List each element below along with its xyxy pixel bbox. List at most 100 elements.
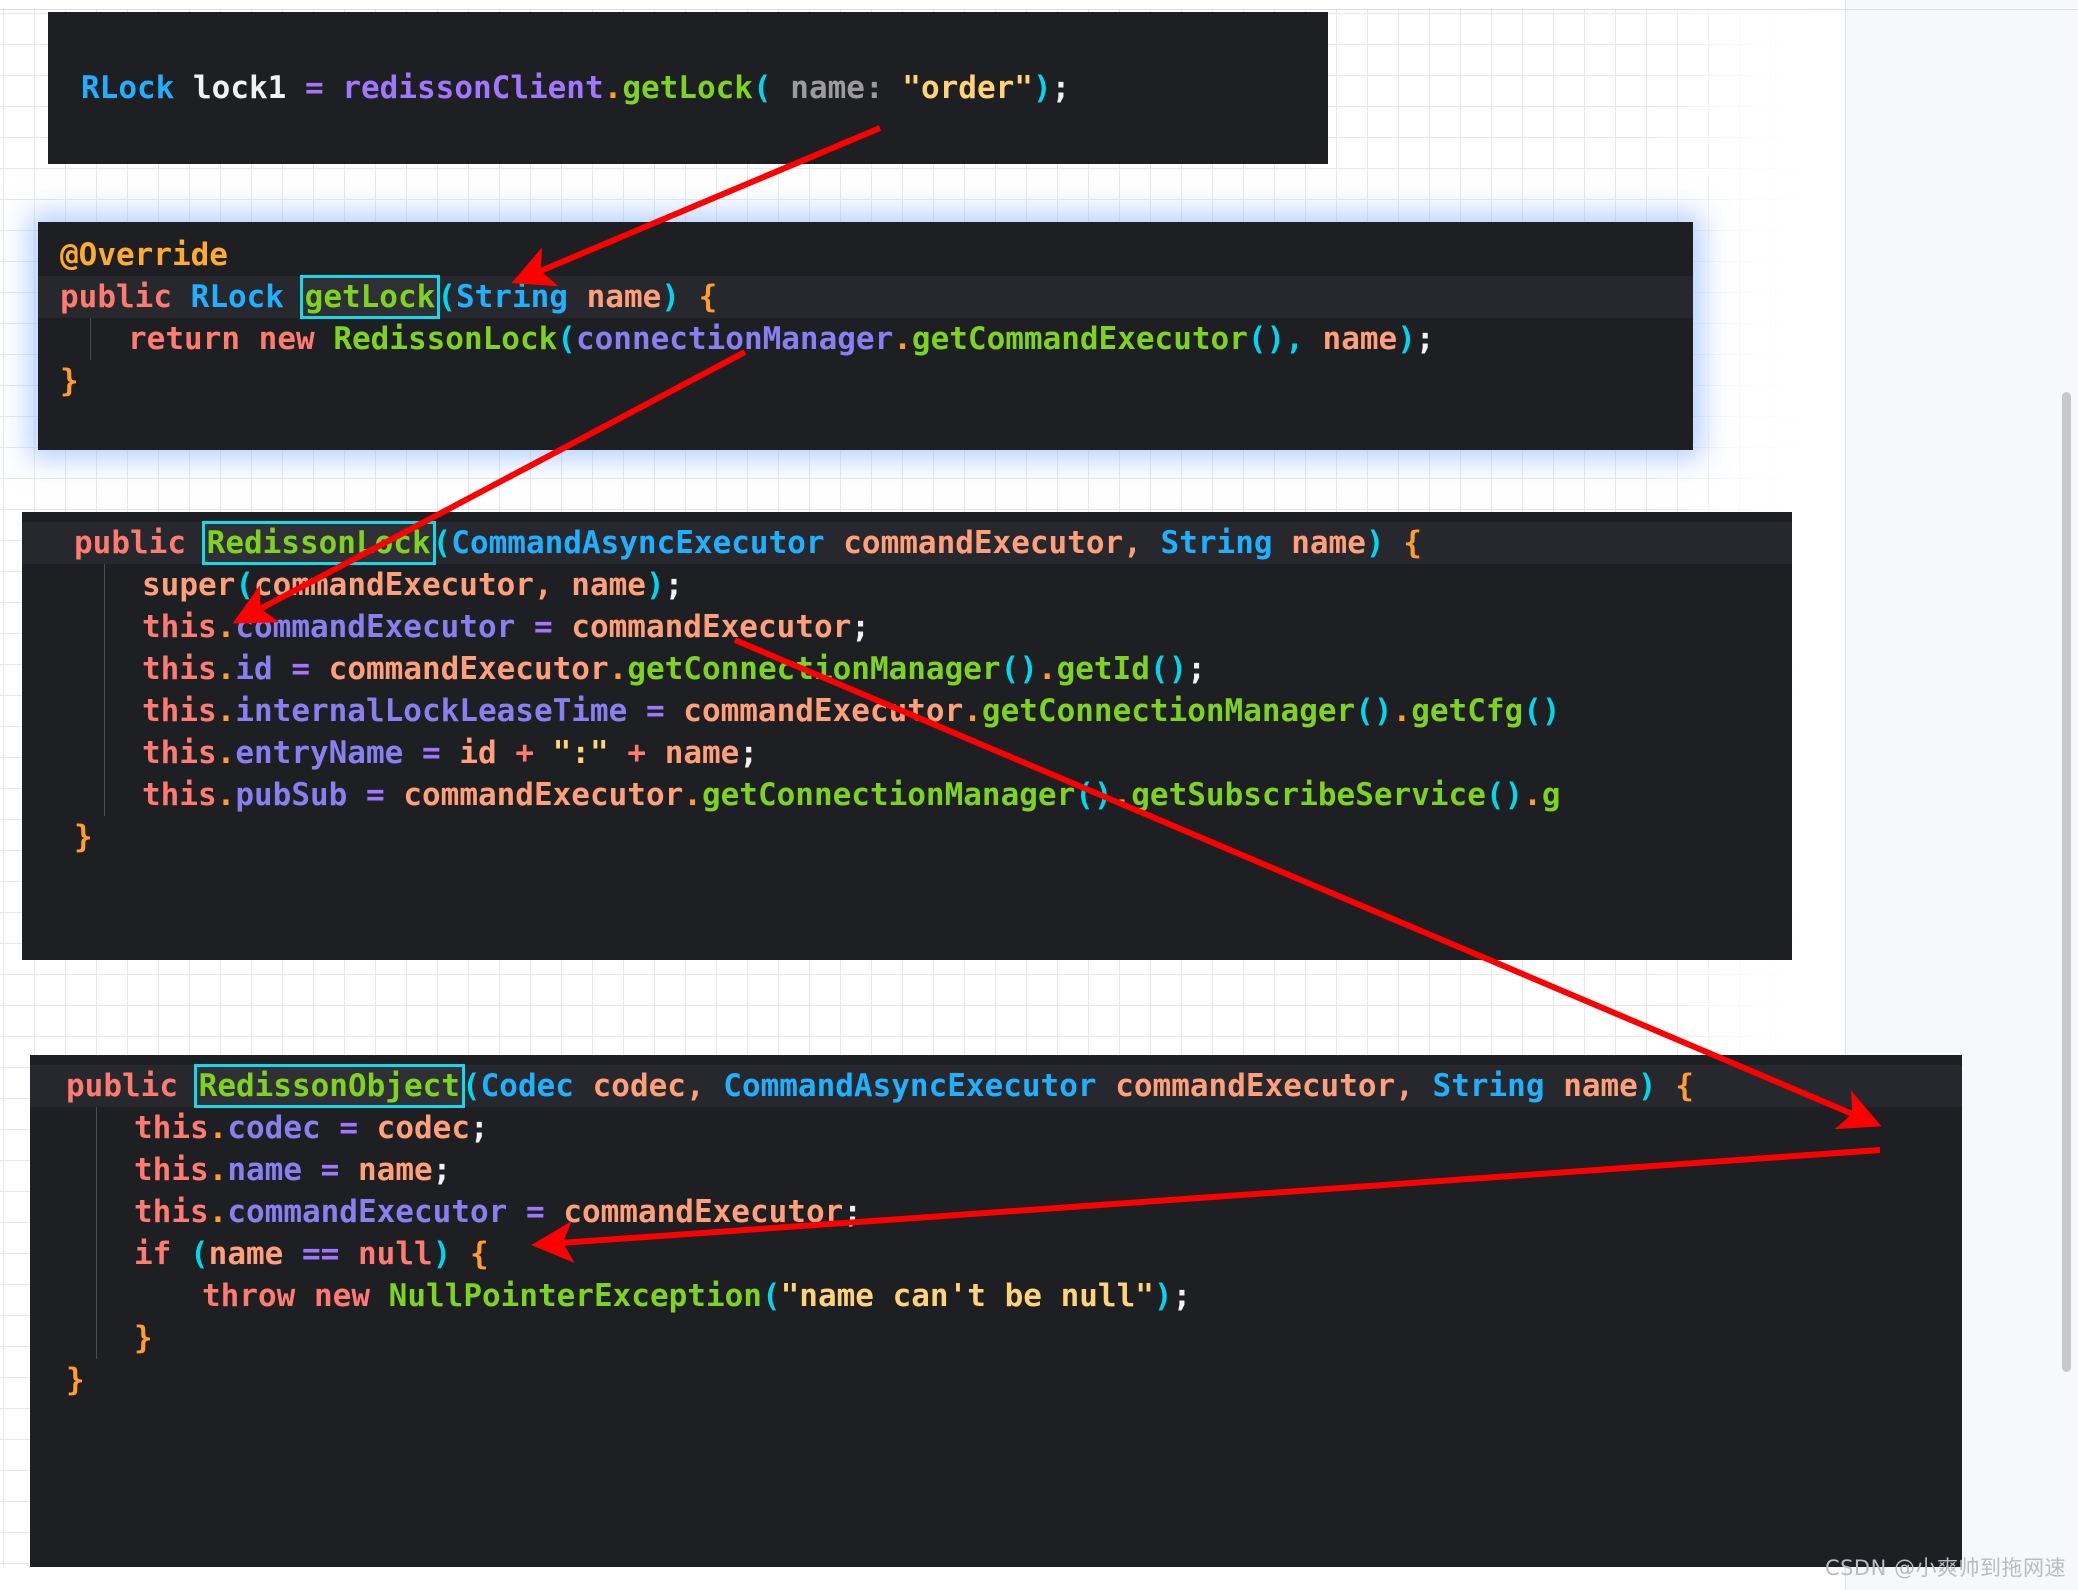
code-token: .: [608, 651, 628, 687]
code-token: (): [1485, 777, 1524, 813]
code-token: ): [432, 1236, 452, 1272]
code-token: name: [227, 1152, 302, 1188]
indent-guide: [104, 606, 105, 648]
code-token: name: [1291, 525, 1366, 561]
code-token: .: [208, 1152, 228, 1188]
code-token: =: [291, 651, 310, 687]
code-token: ,: [1285, 321, 1323, 357]
code-token: new: [314, 1278, 370, 1314]
code-token: (: [432, 525, 452, 561]
code-token: commandExecutor: [843, 525, 1124, 561]
code-token: .: [963, 693, 982, 729]
indent-guide: [90, 318, 91, 360]
code-token: (: [190, 1236, 209, 1272]
watermark-text: CSDN @小爽帅到拖网速: [1824, 1556, 2066, 1580]
indent-guide: [104, 774, 105, 816]
code-token: RLock: [81, 70, 175, 106]
code-token: public: [60, 279, 172, 315]
code-block-redissonobject[interactable]: public RedissonObject(Codec codec, Comma…: [30, 1055, 1962, 1567]
code-token: "name can't be null": [780, 1278, 1154, 1314]
code-line: this.name = name;: [30, 1149, 1962, 1191]
code-line: public RLock getLock(String name) {: [38, 275, 1693, 319]
code-block-getlock[interactable]: @Override public RLock getLock(String nam…: [38, 222, 1693, 450]
code-token: ): [1637, 1068, 1657, 1104]
indent-guide: [96, 1149, 97, 1191]
code-token: redissonClient: [342, 70, 604, 106]
code-token: name: [208, 1236, 284, 1272]
code-token: internalLockLeaseTime: [235, 693, 628, 729]
code-block-redissonlock[interactable]: public RedissonLock(CommandAsyncExecutor…: [22, 512, 1792, 960]
code-token: ;: [851, 609, 870, 645]
code-token: CommandAsyncExecutor: [451, 525, 825, 561]
code-line: this.internalLockLeaseTime = commandExec…: [22, 690, 1792, 732]
code-token: name: [1322, 321, 1398, 357]
code-token: id: [459, 735, 497, 771]
code-token: commandExecutor: [683, 693, 964, 729]
code-token: commandExecutor: [254, 567, 534, 603]
code-token: .: [603, 70, 623, 106]
code-token: +: [627, 735, 647, 771]
code-token: commandExecutor: [403, 777, 684, 813]
code-token: }: [74, 819, 93, 855]
highlighted-identifier: getLock: [299, 275, 441, 319]
indent-guide: [104, 732, 105, 774]
code-token: getSubscribeService: [1131, 777, 1486, 813]
code-token: CommandAsyncExecutor: [723, 1068, 1097, 1104]
indent-guide: [96, 1107, 97, 1149]
code-block-client-call[interactable]: RLock lock1 = redissonClient.getLock( na…: [48, 12, 1328, 164]
code-token: name: [664, 735, 740, 771]
code-token: .: [208, 1110, 228, 1146]
code-token: ,: [685, 1068, 724, 1104]
code-line: if (name == null) {: [30, 1233, 1962, 1275]
code-token: =: [525, 1194, 545, 1230]
code-line: super(commandExecutor, name);: [22, 564, 1792, 606]
highlighted-identifier: RedissonObject: [193, 1064, 465, 1108]
code-token: ): [1032, 70, 1052, 106]
code-line: RLock lock1 = redissonClient.getLock( na…: [81, 67, 1328, 109]
code-token: public: [74, 525, 186, 561]
code-token: NullPointerException: [388, 1278, 762, 1314]
code-token: =: [365, 777, 385, 813]
code-token: getConnectionManager: [627, 651, 1001, 687]
code-token: .: [216, 693, 236, 729]
code-token: ): [645, 567, 665, 603]
code-token: name: [1563, 1068, 1638, 1104]
code-token: String: [1432, 1068, 1545, 1104]
vertical-scrollbar-track[interactable]: [2062, 12, 2075, 1582]
vertical-scrollbar-thumb[interactable]: [2062, 392, 2071, 1372]
code-token: .: [208, 1194, 228, 1230]
code-token: .: [216, 735, 236, 771]
code-token: (): [1355, 693, 1393, 729]
code-token: (): [1523, 693, 1561, 729]
code-token: name: [571, 567, 646, 603]
code-token: ,: [533, 567, 572, 603]
code-token: codec: [376, 1110, 470, 1146]
code-token: =: [533, 609, 553, 645]
code-token: commandExecutor: [227, 1194, 508, 1230]
code-token: lock1: [193, 70, 287, 106]
code-token: ): [1365, 525, 1385, 561]
code-token: +: [515, 735, 534, 771]
code-token: this: [134, 1194, 209, 1230]
code-line: this.commandExecutor = commandExecutor;: [30, 1191, 1962, 1233]
code-token: ;: [739, 735, 759, 771]
code-token: codec: [592, 1068, 686, 1104]
